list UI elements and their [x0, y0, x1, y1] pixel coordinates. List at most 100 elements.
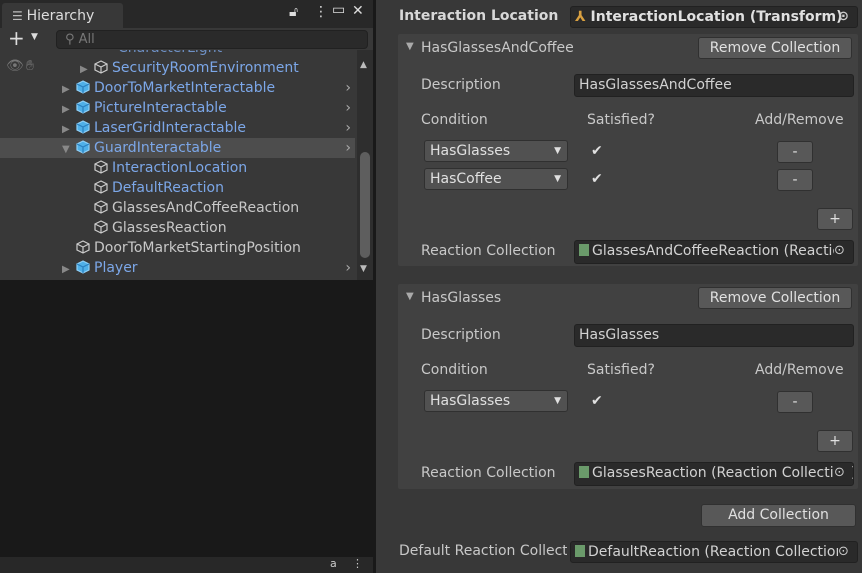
object-picker-icon[interactable]: ⊙ [834, 243, 850, 259]
tree-item[interactable]: ▶ Player › [0, 258, 355, 278]
remove-condition-button[interactable]: - [777, 169, 813, 191]
lock-icon[interactable]: 🔓︎ [289, 4, 298, 20]
tree-item-label: GlassesReaction [112, 220, 227, 236]
object-picker-icon[interactable]: ⊙ [838, 9, 854, 25]
add-remove-header: Add/Remove [755, 112, 844, 128]
maximize-icon[interactable]: ▭ [332, 2, 345, 18]
gameobject-icon [76, 240, 90, 254]
tree-item[interactable]: InteractionLocation [0, 158, 355, 178]
chevron-right-icon[interactable]: › [345, 98, 351, 118]
remove-collection-button[interactable]: Remove Collection [698, 287, 852, 309]
tree-item-label: Player [94, 260, 138, 276]
satisfied-header: Satisfied? [587, 112, 655, 128]
reaction-collection-field[interactable]: GlassesReaction (Reaction Collection) ⊙ [574, 462, 854, 486]
interaction-location-value: InteractionLocation (Transform) [590, 9, 843, 25]
chevron-right-icon[interactable]: › [345, 118, 351, 138]
interaction-location-label: Interaction Location [399, 8, 559, 24]
tree-item[interactable]: GlassesAndCoffeeReaction [0, 198, 355, 218]
dropdown-arrow-icon: ▼ [554, 396, 561, 406]
collapsed-arrow-icon[interactable]: ▶ [62, 80, 76, 100]
expanded-arrow-icon[interactable]: ▼ [62, 140, 76, 160]
collapsed-arrow-icon[interactable]: ▶ [62, 100, 76, 120]
scroll-up-icon[interactable]: ▲ [360, 60, 367, 70]
condition-dropdown[interactable]: HasCoffee ▼ [424, 168, 568, 190]
tree-item[interactable]: ▶ PictureInteractable › [0, 98, 355, 118]
collapsed-arrow-icon[interactable]: ▶ [80, 60, 94, 80]
condition-dropdown[interactable]: HasGlasses ▼ [424, 390, 568, 412]
tree-item-partial[interactable]: CharacterLight [0, 50, 355, 58]
object-picker-icon[interactable]: ⊙ [838, 544, 854, 560]
tree-item[interactable]: GlassesReaction [0, 218, 355, 238]
satisfied-checkbox[interactable]: ✔ [591, 171, 607, 187]
object-picker-icon[interactable]: ⊙ [834, 465, 850, 481]
reaction-collection-field[interactable]: GlassesAndCoffeeReaction (Reaction Colle… [574, 240, 854, 264]
tree-item[interactable]: ▶ SecurityRoomEnvironment [0, 58, 355, 78]
prefab-icon [76, 80, 90, 94]
default-reaction-value: DefaultReaction (Reaction Collection) [588, 544, 850, 560]
remove-collection-button[interactable]: Remove Collection [698, 37, 852, 59]
collapsed-arrow-icon[interactable]: ▶ [62, 260, 76, 280]
reaction-collection-icon [579, 244, 589, 256]
hierarchy-tab[interactable]: ☰ Hierarchy [2, 3, 123, 28]
prefab-icon [94, 180, 108, 194]
satisfied-checkbox[interactable]: ✔ [591, 143, 607, 159]
transform-icon: ⅄ [575, 9, 591, 25]
collapsed-arrow-icon[interactable]: ▶ [62, 120, 76, 140]
add-collection-button[interactable]: Add Collection [701, 504, 856, 527]
reaction-collection-label: Reaction Collection [421, 465, 556, 481]
chevron-down-icon[interactable]: ▼ [31, 32, 38, 42]
scroll-down-icon[interactable]: ▼ [360, 264, 367, 274]
tree-item-label: GuardInteractable [94, 140, 222, 156]
collection-box [398, 284, 858, 489]
search-input[interactable]: ⚲ All [56, 30, 368, 49]
description-input[interactable]: HasGlasses [574, 324, 854, 347]
add-condition-button[interactable]: + [817, 430, 853, 452]
close-icon[interactable]: ✕ [352, 3, 364, 19]
chevron-right-icon[interactable]: › [345, 258, 351, 278]
foldout-arrow-icon[interactable]: ▼ [406, 41, 414, 52]
description-input[interactable]: HasGlassesAndCoffee [574, 74, 854, 97]
hierarchy-tab-bar: ☰ Hierarchy 🔓︎ ⋮ ▭ ✕ [0, 0, 373, 28]
tree-item[interactable]: DefaultReaction [0, 178, 355, 198]
chevron-right-icon[interactable]: › [345, 78, 351, 98]
add-icon[interactable]: + [8, 26, 25, 50]
gameobject-icon [94, 200, 108, 214]
tree-item[interactable]: ▶ DoorToMarketInteractable › [0, 78, 355, 98]
chevron-right-icon[interactable]: › [345, 138, 351, 158]
more-icon[interactable]: ⋮ [352, 557, 363, 570]
prefab-icon [76, 260, 90, 274]
more-icon[interactable]: ⋮ [314, 4, 328, 20]
condition-name: HasCoffee [430, 171, 502, 187]
tree-item-label: SecurityRoomEnvironment [112, 60, 299, 76]
remove-condition-button[interactable]: - [777, 391, 813, 413]
condition-header: Condition [421, 112, 488, 128]
lock-icon[interactable]: a [330, 557, 337, 570]
tree-item[interactable]: ▼ GuardInteractable › [0, 138, 355, 158]
hierarchy-panel: ☰ Hierarchy 🔓︎ ⋮ ▭ ✕ + ▼ ⚲ All Character… [0, 0, 373, 573]
scrollbar-thumb[interactable] [360, 152, 370, 258]
hierarchy-tree: CharacterLight 👁︎ ✋︎ ▶SecurityRoomEnviro… [0, 50, 373, 280]
add-condition-button[interactable]: + [817, 208, 853, 230]
condition-dropdown[interactable]: HasGlasses ▼ [424, 140, 568, 162]
description-label: Description [421, 327, 501, 343]
tree-item-label: PictureInteractable [94, 100, 227, 116]
satisfied-checkbox[interactable]: ✔ [591, 393, 607, 409]
tree-item[interactable]: DoorToMarketStartingPosition [0, 238, 355, 258]
condition-header: Condition [421, 362, 488, 378]
remove-condition-button[interactable]: - [777, 141, 813, 163]
gameobject-icon [94, 220, 108, 234]
interaction-location-field[interactable]: ⅄ InteractionLocation (Transform) ⊙ [570, 6, 858, 28]
bottom-panel-header: a ⋮ [0, 557, 373, 573]
foldout-arrow-icon[interactable]: ▼ [406, 291, 414, 302]
prefab-icon [94, 60, 108, 74]
collection-title: HasGlassesAndCoffee [421, 40, 574, 56]
search-icon: ⚲ [65, 32, 79, 47]
panel-divider[interactable] [373, 0, 376, 573]
prefab-icon [94, 160, 108, 174]
prefab-icon [76, 140, 90, 154]
dropdown-arrow-icon: ▼ [554, 174, 561, 184]
condition-name: HasGlasses [430, 143, 511, 159]
default-reaction-field[interactable]: DefaultReaction (Reaction Collection) ⊙ [570, 541, 858, 563]
condition-name: HasGlasses [430, 393, 511, 409]
tree-item[interactable]: ▶ LaserGridInteractable › [0, 118, 355, 138]
